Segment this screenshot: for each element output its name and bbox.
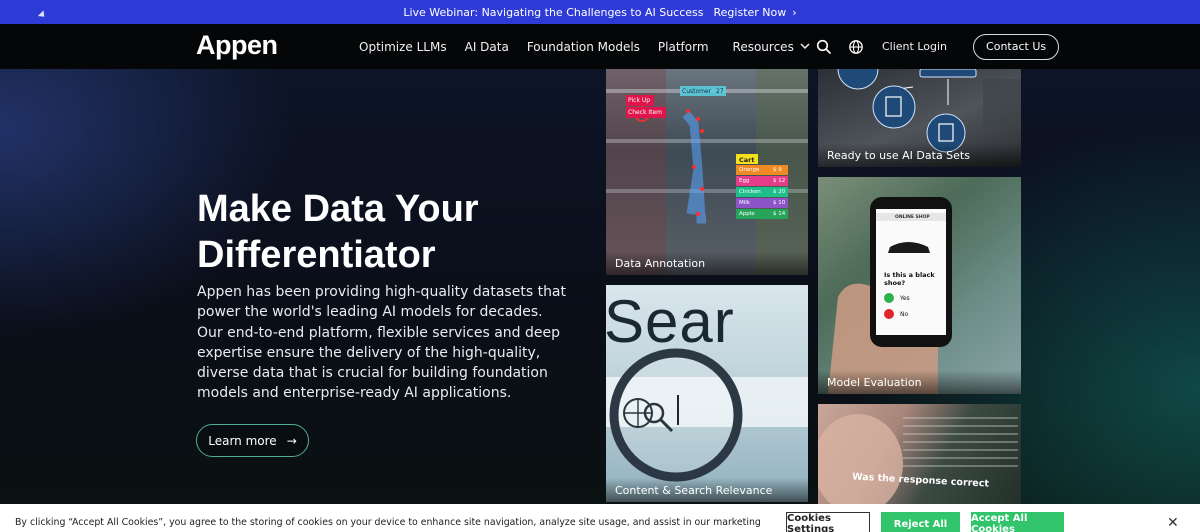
cookie-text: By clicking “Accept All Cookies”, you ag… <box>15 517 761 528</box>
phone-question: Is this a black shoe? <box>884 271 935 287</box>
cart-price: $ 9 <box>773 167 782 173</box>
pickup-label: Pick Up <box>628 97 651 104</box>
nav-ai-data[interactable]: AI Data <box>465 40 509 54</box>
tile-caption: Model Evaluation <box>818 370 1021 394</box>
announcement-text: Live Webinar: Navigating the Challenges … <box>403 5 704 19</box>
magnifier-illustration <box>606 348 808 482</box>
tile-data-annotation[interactable]: Pick Up Check Item Customer 27 Cart Oran… <box>606 69 808 275</box>
cart-item: Orange <box>739 167 760 173</box>
tile-model-evaluation[interactable]: ONLINE SHOP Is this a black shoe? Yes No… <box>818 177 1021 394</box>
checkitem-label: Check Item <box>628 109 663 116</box>
learn-more-label: Learn more <box>208 433 277 448</box>
client-login-link[interactable]: Client Login <box>882 40 947 53</box>
contact-us-button[interactable]: Contact Us <box>973 33 1060 60</box>
tile-search-relevance[interactable]: Sear Content & Search Relevance <box>606 285 808 502</box>
chevron-down-icon <box>800 43 810 50</box>
reject-all-button[interactable]: Reject All <box>881 512 960 532</box>
customer-label: Customer <box>682 88 712 95</box>
no-option: No <box>900 311 909 318</box>
nav-platform[interactable]: Platform <box>658 40 709 54</box>
learn-more-button[interactable]: Learn more → <box>196 424 309 457</box>
register-now-label: Register Now <box>713 5 787 19</box>
announcement-bar: Live Webinar: Navigating the Challenges … <box>0 0 1200 24</box>
tile-caption: Data Annotation <box>606 251 808 275</box>
tile-caption: Ready to use AI Data Sets <box>818 143 1021 167</box>
chevron-right-icon: › <box>792 5 797 19</box>
nav-resources[interactable]: Resources <box>733 40 810 54</box>
cart-item: Chicken <box>739 189 761 195</box>
close-icon[interactable]: ✕ <box>1167 515 1179 531</box>
tile-response-evaluation[interactable]: Was the response correct <box>818 404 1021 504</box>
tile-caption: Content & Search Relevance <box>606 478 808 502</box>
accept-all-cookies-button[interactable]: Accept All Cookies <box>971 512 1064 532</box>
cart-item: Apple <box>739 211 755 217</box>
search-icon[interactable] <box>816 39 832 55</box>
customer-id: 27 <box>716 88 724 95</box>
nav-foundation-models[interactable]: Foundation Models <box>527 40 640 54</box>
nav-optimize-llms[interactable]: Optimize LLMs <box>359 40 447 54</box>
nav-resources-label: Resources <box>732 39 794 54</box>
globe-icon[interactable] <box>848 39 864 55</box>
hero-lead: Appen has been providing high-quality da… <box>197 284 567 402</box>
cart-price: $ 20 <box>773 189 786 195</box>
arrow-right-icon: → <box>286 433 297 448</box>
cart-title: Cart <box>739 156 755 164</box>
cart-item: Egg <box>739 178 750 184</box>
yes-option: Yes <box>900 295 910 302</box>
nav-links: Optimize LLMs AI Data Foundation Models … <box>359 24 810 69</box>
cart-item: Milk <box>739 200 750 206</box>
response-illustration <box>818 414 1018 504</box>
cart-price: $ 14 <box>773 211 786 217</box>
appen-logo[interactable]: Appen <box>196 30 278 61</box>
tile-data-sets[interactable]: Ready to use AI Data Sets <box>818 69 1021 167</box>
nav-right: Client Login Contact Us <box>816 24 1060 69</box>
cookies-settings-button[interactable]: Cookies Settings <box>786 512 870 532</box>
cart-price: $ 10 <box>773 200 786 206</box>
register-now-link[interactable]: Register Now › <box>714 6 797 19</box>
hero-headline: Make Data Your Differentiator <box>197 188 479 276</box>
online-shop-label: ONLINE SHOP <box>895 215 930 220</box>
cart-price: $ 12 <box>773 178 786 184</box>
main-nav: Appen Optimize LLMs AI Data Foundation M… <box>0 24 1200 69</box>
